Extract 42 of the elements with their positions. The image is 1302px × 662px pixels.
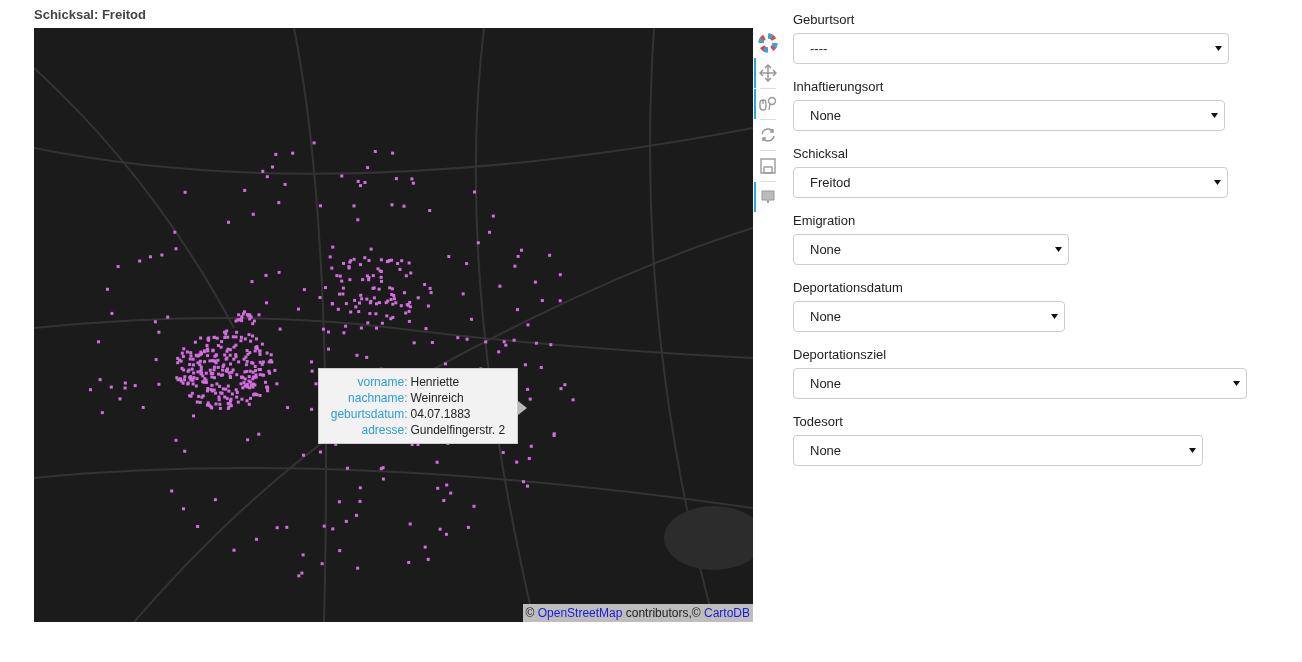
tooltip-label: adresse:: [360, 422, 408, 438]
plot-title: Schicksal: Freitod: [34, 6, 147, 24]
wheel-zoom-icon: [759, 96, 777, 112]
tooltip-value: Weinreich: [410, 390, 465, 406]
dropdown[interactable]: None: [793, 100, 1225, 131]
caret-icon: [1055, 247, 1062, 252]
field-label: Deportationsdatum: [793, 280, 904, 296]
tooltip-value: Henriette: [410, 374, 461, 390]
field-label: Geburtsort: [793, 12, 856, 28]
tooltip-value: Gundelfingerstr. 2: [410, 422, 507, 438]
tooltip-label: geburtsdatum:: [329, 406, 408, 422]
attribution-link[interactable]: OpenStreetMap: [537, 606, 623, 620]
hover-comment-icon: [760, 189, 776, 205]
attribution-text: contributors,©: [624, 606, 702, 620]
toolbar-button[interactable]: [754, 58, 780, 88]
logo-icon: [758, 33, 778, 53]
reset-icon: [760, 127, 776, 143]
caret-icon: [1214, 180, 1221, 185]
dropdown[interactable]: None: [793, 368, 1247, 399]
field-label: Todesort: [793, 414, 844, 430]
tooltip-value: 04.07.1883: [410, 406, 472, 422]
field-label: Deportationsziel: [793, 347, 888, 363]
dropdown[interactable]: None: [793, 435, 1203, 466]
attribution-text: ©: [525, 606, 536, 620]
attribution-link[interactable]: CartoDB: [704, 606, 750, 620]
save-icon: [760, 158, 776, 174]
tooltip-label: vorname:: [356, 374, 408, 390]
tooltip-pointer-icon: [518, 401, 527, 415]
dropdown[interactable]: None: [793, 301, 1065, 332]
caret-icon: [1051, 314, 1058, 319]
field-label: Schicksal: [793, 146, 849, 162]
caret-icon: [1233, 381, 1240, 386]
field-label: Emigration: [793, 213, 857, 229]
tooltip-label: nachname:: [347, 390, 408, 406]
caret-icon: [1211, 113, 1218, 118]
caret-icon: [1189, 448, 1196, 453]
dropdown[interactable]: ----: [793, 33, 1229, 64]
caret-icon: [1215, 46, 1222, 51]
field-label: Inhaftierungsort: [793, 79, 885, 95]
dropdown[interactable]: Freitod: [793, 167, 1228, 198]
pan-icon: [759, 64, 777, 82]
dropdown[interactable]: None: [793, 234, 1069, 265]
